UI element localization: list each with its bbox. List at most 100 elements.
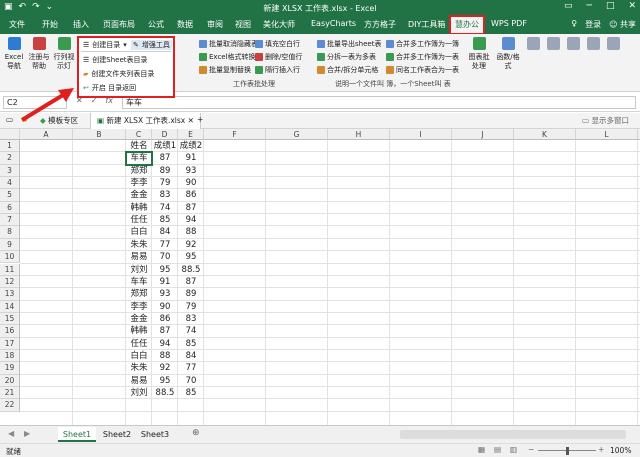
table-cell[interactable]: 车车 [126,276,152,288]
table-cell[interactable]: 88.5 [152,387,178,399]
table-cell[interactable]: 李李 [126,301,152,313]
zoom-in-icon[interactable]: + [598,445,604,454]
table-cell[interactable]: 93 [152,288,178,300]
table-cell[interactable]: 白白 [126,350,152,362]
table-cell[interactable]: 白白 [126,226,152,238]
table-cell[interactable]: 刘刘 [126,264,152,276]
table-cell[interactable]: 93 [178,165,204,177]
table-cell[interactable]: 74 [178,325,204,337]
column-header[interactable]: B [73,129,126,140]
table-cell[interactable]: 87 [152,152,178,164]
tab-data[interactable]: 数据 [177,19,193,30]
row-header[interactable]: 9 [0,238,20,252]
table-cell[interactable]: 77 [178,362,204,374]
extra-button-1[interactable] [526,37,540,53]
column-header[interactable]: G [266,129,328,140]
row-header[interactable]: 14 [0,300,20,313]
table-cell[interactable]: 任任 [126,214,152,226]
table-cell[interactable]: 郑郑 [126,288,152,300]
normal-view-icon[interactable]: ▦ [478,445,485,454]
row-header[interactable]: 11 [0,263,20,276]
close-tab-icon[interactable]: ✕ [188,116,194,125]
tab-page-layout[interactable]: 页面布局 [103,19,135,30]
merge-same-sheets-button[interactable]: 同名工作表合为一表 [386,65,459,75]
table-cell[interactable]: 95 [152,375,178,387]
row-header[interactable]: 15 [0,312,20,326]
row-header[interactable]: 4 [0,177,20,190]
column-header[interactable]: C [126,129,152,140]
table-cell[interactable]: 83 [178,313,204,325]
home-file-icon[interactable]: ▭ [6,115,13,124]
table-cell[interactable]: 89 [152,165,178,177]
register-help-button[interactable]: 注册与 帮助 [28,37,50,71]
fill-blank-button[interactable]: 填充空白行 [255,39,300,49]
table-cell[interactable]: 88 [178,226,204,238]
table-cell[interactable]: 79 [152,177,178,189]
tab-home[interactable]: 开始 [42,19,58,30]
table-cell[interactable]: 77 [152,239,178,251]
merge-books-button[interactable]: 合并多工作簿为一簿 [386,39,459,49]
row-header[interactable]: 7 [0,214,20,227]
row-header[interactable]: 6 [0,201,20,215]
tab-file[interactable]: 文件 [9,19,25,30]
chart-batch-button[interactable]: 图表批 处理 [466,37,492,71]
table-cell[interactable]: 郑郑 [126,165,152,177]
extra-button-2[interactable] [546,37,560,53]
spreadsheet-grid[interactable]: ABCDEFGHIJKLMNO 123456789101112131415161… [0,129,640,425]
row-header[interactable]: 5 [0,189,20,202]
menu-item-sheet-directory[interactable]: ☰ 创建Sheet表目录 [83,55,148,65]
create-directory-button[interactable]: ☰ 创建目录 ▾ [83,40,127,50]
enhance-tools-button[interactable]: ✎ 增强工具 [131,40,172,50]
row-header[interactable]: 8 [0,226,20,239]
show-windows-button[interactable]: ▭ 显示多窗口 [582,115,629,126]
table-cell[interactable]: 94 [152,338,178,350]
insert-alt-rows-button[interactable]: 隔行插入行 [255,65,300,75]
table-cell[interactable]: 90 [178,177,204,189]
table-cell[interactable]: 成绩1 [152,140,178,152]
table-cell[interactable]: 87 [178,202,204,214]
table-cell[interactable]: 84 [152,226,178,238]
table-cell[interactable]: 韩韩 [126,325,152,337]
function-format-button[interactable]: 函数/格 式 [495,37,521,71]
table-cell[interactable]: 91 [152,276,178,288]
row-header[interactable]: 10 [0,251,20,264]
table-cell[interactable]: 89 [178,288,204,300]
table-cell[interactable]: 易易 [126,375,152,387]
page-layout-icon[interactable]: ▤ [494,445,501,454]
column-header[interactable]: I [390,129,452,140]
tab-easycharts[interactable]: EasyCharts [311,19,356,28]
row-header[interactable]: 16 [0,325,20,338]
tab-huibangong[interactable]: 慧办公 [449,15,485,35]
next-sheet-icon[interactable]: ▶ [24,429,30,438]
row-header[interactable]: 20 [0,374,20,387]
tab-fangfang[interactable]: 方方格子 [364,19,396,30]
table-cell[interactable]: 92 [152,362,178,374]
table-cell[interactable]: 86 [178,189,204,201]
close-icon[interactable]: ✕ [628,1,636,11]
minimize-icon[interactable]: ─ [587,1,592,11]
merge-cells-button[interactable]: 合并/拆分单元格 [317,65,378,75]
column-header[interactable]: D [152,129,178,140]
menu-item-folder-directory[interactable]: ▰ 创建文件夹列表目录 [83,69,154,79]
ribbon-options-icon[interactable]: ▭ [564,1,573,11]
row-header[interactable]: 21 [0,387,20,400]
table-cell[interactable]: 88 [152,350,178,362]
add-tab-button[interactable]: + [197,115,203,124]
extra-button-5[interactable] [606,37,620,53]
merge-books-table-button[interactable]: 合并多工作簿为一表 [386,52,459,62]
table-cell[interactable]: 83 [152,189,178,201]
prev-sheet-icon[interactable]: ◀ [8,429,14,438]
tab-view[interactable]: 视图 [235,19,251,30]
table-cell[interactable]: 95 [178,251,204,263]
table-cell[interactable]: 95 [152,264,178,276]
table-cell[interactable]: 88.5 [178,264,204,276]
row-header[interactable]: 12 [0,275,20,289]
column-header[interactable]: K [514,129,576,140]
row-header[interactable]: 18 [0,349,20,363]
export-sheets-button[interactable]: 批量导出sheet表 [317,39,381,49]
table-cell[interactable]: 任任 [126,338,152,350]
table-cell[interactable]: 86 [152,313,178,325]
table-cell[interactable]: 韩韩 [126,202,152,214]
login-link[interactable]: 登录 [585,19,601,30]
column-header[interactable]: J [452,129,514,140]
